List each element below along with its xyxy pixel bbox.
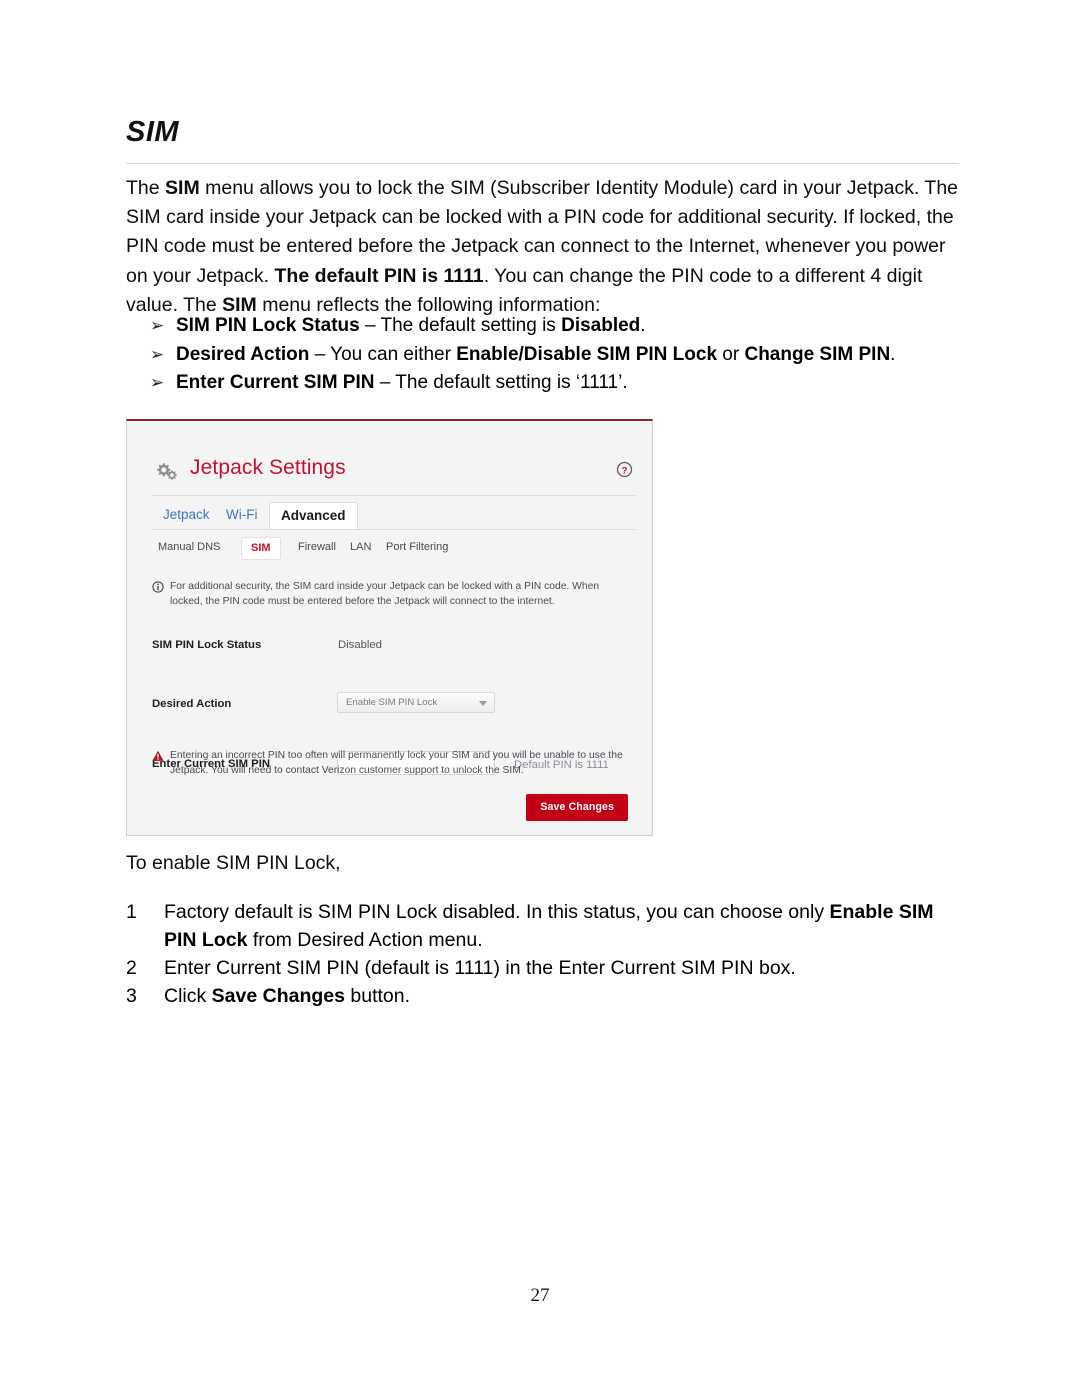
desired-action-selected-value: Enable SIM PIN Lock [346,697,438,708]
list-item-text: Desired Action – You can either Enable/D… [176,343,896,365]
jetpack-settings-screenshot: Jetpack Settings ? Jetpack Wi-Fi Advance… [126,419,653,836]
warning-notice-text: Entering an incorrect PIN too often will… [170,750,623,776]
sim-pin-lock-status-value: Disabled [338,639,382,651]
screenshot-header: Jetpack Settings ? [152,456,635,499]
instructions-lead-in: To enable SIM PIN Lock, [126,852,341,874]
subtab-port-filtering[interactable]: Port Filtering [380,537,454,558]
document-page: SIM The SIM menu allows you to lock the … [0,0,1080,1397]
sim-pin-lock-status-label: SIM PIN Lock Status [152,639,262,651]
field-row-desired-action: Desired Action Enable SIM PIN Lock [152,692,630,726]
intro-paragraph: The SIM menu allows you to lock the SIM … [126,177,959,316]
help-icon[interactable]: ? [616,461,633,478]
list-item: 3 Click Save Changes button. [126,982,964,1010]
bullet-arrow-icon: ➢ [150,316,165,336]
tab-bar-divider [152,529,635,530]
gear-icon [152,460,184,484]
list-item: 2 Enter Current SIM PIN (default is 1111… [126,954,964,982]
save-changes-button[interactable]: Save Changes [526,794,628,821]
desired-action-select[interactable]: Enable SIM PIN Lock [337,692,495,713]
secondary-tab-bar: Manual DNS SIM Firewall LAN Port Filteri… [152,537,635,560]
subtab-lan[interactable]: LAN [344,537,377,558]
list-item: ➢ Enter Current SIM PIN – The default se… [150,369,980,398]
primary-tab-bar: Jetpack Wi-Fi Advanced [152,502,635,530]
subtab-firewall[interactable]: Firewall [292,537,342,558]
svg-text:?: ? [622,465,628,476]
heading-divider [126,163,958,164]
list-item-text: SIM PIN Lock Status – The default settin… [176,315,646,336]
subtab-sim[interactable]: SIM [241,537,281,560]
screenshot-content: Jetpack Settings ? Jetpack Wi-Fi Advance… [139,432,640,824]
bullet-arrow-icon: ➢ [150,344,165,365]
step-number: 3 [126,985,137,1007]
instruction-steps: 1 Factory default is SIM PIN Lock disabl… [126,898,964,1010]
warning-notice: Entering an incorrect PIN too often will… [152,749,628,778]
step-number: 2 [126,957,137,979]
page-number: 27 [530,1285,550,1306]
bullet-arrow-icon: ➢ [150,373,165,393]
info-icon [152,581,164,593]
chevron-down-icon [479,701,487,706]
step-number: 1 [126,901,137,923]
header-divider [152,495,635,496]
tab-jetpack[interactable]: Jetpack [152,502,221,529]
info-notice: For additional security, the SIM card in… [152,580,628,609]
list-item: ➢ SIM PIN Lock Status – The default sett… [150,312,980,341]
sim-settings-form: SIM PIN Lock Status Disabled Desired Act… [152,637,630,775]
list-item-text: Enter Current SIM PIN – The default sett… [176,372,628,393]
tab-advanced[interactable]: Advanced [269,502,358,530]
list-item: 1 Factory default is SIM PIN Lock disabl… [126,898,964,954]
feature-bullet-list: ➢ SIM PIN Lock Status – The default sett… [150,312,980,398]
step-text: Factory default is SIM PIN Lock disabled… [164,901,934,951]
subtab-manual-dns[interactable]: Manual DNS [152,537,226,558]
step-text: Enter Current SIM PIN (default is 1111) … [164,957,796,979]
screenshot-title: Jetpack Settings [190,456,346,479]
info-notice-text: For additional security, the SIM card in… [170,581,600,607]
desired-action-label: Desired Action [152,698,232,710]
field-row-status: SIM PIN Lock Status Disabled [152,637,630,667]
warning-icon [152,750,164,762]
page-title: SIM [126,116,180,148]
tab-wifi[interactable]: Wi-Fi [215,502,268,529]
step-text: Click Save Changes button. [164,985,411,1007]
list-item: ➢ Desired Action – You can either Enable… [150,341,980,370]
